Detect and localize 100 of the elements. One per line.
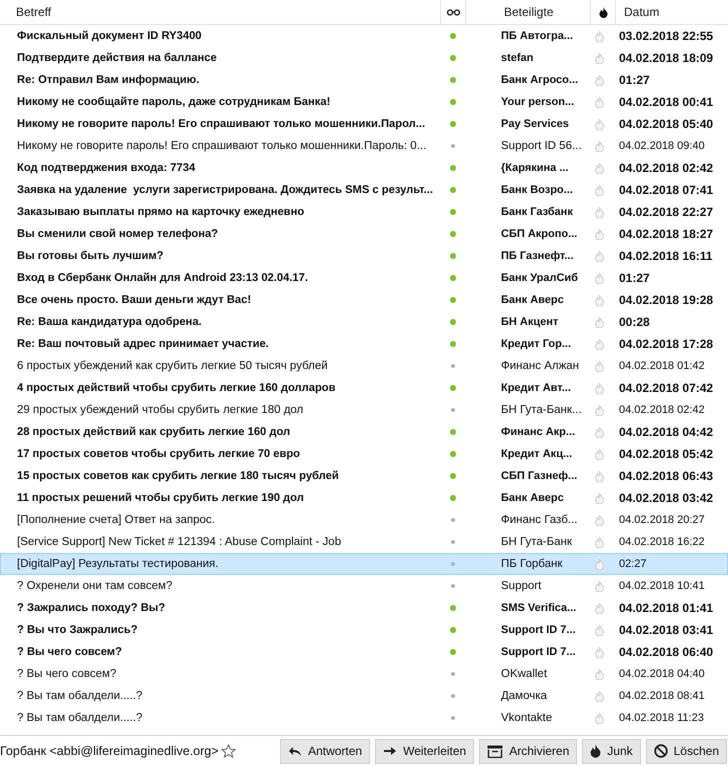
column-header[interactable]: Beteiligte (498, 0, 590, 24)
message-row[interactable]: [Пополнение счета] Ответ на запрос. Финанс Газб... 04.02.2018 20:27 (0, 509, 728, 531)
message-row[interactable]: Вход в Сбербанк Онлайн для Android 23:13 02.04.17. Банк УралСиб 01:27 (0, 267, 728, 289)
message-row[interactable]: 17 простых советов чтобы срубить легкие 70 евро Кредит Акц... 04.02.2018 05:42 (0, 443, 728, 465)
read-status-dot[interactable] (450, 209, 456, 215)
message-row[interactable]: Вы готовы быть лучшим? ПБ Газнефт... 04.02.2018 16:11 (0, 245, 728, 267)
star-icon[interactable] (220, 744, 236, 758)
subject-text: 15 простых советов как срубить легкие 180 тысяч рублей (16, 470, 340, 482)
sender-text: Support ID 7... (500, 646, 577, 658)
read-status-dot[interactable] (450, 253, 456, 259)
message-row[interactable]: ? Вы что Зажрались? Support ID 7... 04.02.2018 03:41 (0, 619, 728, 641)
subject-text: ? Вы чего совсем? (16, 646, 123, 658)
toolbar-button[interactable]: Junk (582, 738, 641, 764)
toolbar-button[interactable]: Löschen (646, 738, 727, 764)
message-row[interactable]: Никому не сообщайте пароль, даже сотрудникам Банка! Your person... 04.02.2018 00:41 (0, 91, 728, 113)
message-row[interactable]: ? Зажрались походу? Вы? SMS Verifica... 04.02.2018 01:41 (0, 597, 728, 619)
message-row[interactable]: Re: Отправил Вам информацию. Банк Агросо... 01:27 (0, 69, 728, 91)
read-status-dot[interactable] (451, 694, 455, 698)
read-status-dot[interactable] (450, 121, 456, 127)
read-status-dot[interactable] (450, 495, 456, 501)
subject-text: Заказываю выплаты прямо на карточку ежедневно (16, 206, 306, 218)
date-text: 04.02.2018 07:42 (618, 381, 714, 395)
read-status-dot[interactable] (451, 408, 455, 412)
column-header[interactable]: Datum (615, 0, 728, 24)
subject-text: Вы сменили свой номер телефона? (16, 228, 220, 240)
read-status-dot[interactable] (450, 451, 456, 457)
read-status-dot[interactable] (451, 144, 455, 148)
message-row[interactable]: ? Вы чего совсем? OKwallet 04.02.2018 04:40 (0, 663, 728, 685)
read-status-dot[interactable] (450, 649, 456, 655)
message-row[interactable]: ? Вы там обалдели.....? Vkontakte 04.02.2018 11:23 (0, 707, 728, 729)
read-status-dot[interactable] (450, 605, 456, 611)
read-status-dot[interactable] (450, 385, 456, 391)
read-status-dot[interactable] (450, 33, 456, 39)
message-row[interactable]: Re: Ваш почтовый адрес принимает участие. Кредит Гор... 04.02.2018 17:28 (0, 333, 728, 355)
message-row[interactable]: Все очень просто. Ваши деньги ждут Вас! Банк Аверс 04.02.2018 19:28 (0, 289, 728, 311)
read-status-dot[interactable] (450, 55, 456, 61)
read-status-dot[interactable] (450, 297, 456, 303)
read-status-dot[interactable] (450, 77, 456, 83)
sender-text: Банк Газбанк (500, 206, 574, 218)
read-status-dot[interactable] (451, 672, 455, 676)
message-row[interactable]: Re: Ваша кандидатура одобрена. БН Акцент 00:28 (0, 311, 728, 333)
read-status-dot[interactable] (450, 473, 456, 479)
read-status-dot[interactable] (450, 231, 456, 237)
message-row[interactable]: Подтвердите действия на баллансе stefan 04.02.2018 18:09 (0, 47, 728, 69)
message-row[interactable]: 6 простых убеждений как срубить легкие 50 тысяч рублей Финанс Алжан 04.02.2018 01:42 (0, 355, 728, 377)
toolbar-button[interactable]: Archivieren (479, 738, 578, 764)
sender-text: Финанс Алжан (500, 360, 580, 372)
message-row[interactable]: Никому не говорите пароль! Его спрашивают только мошенники.Пароль: 0... Support ID 56... 04.02.2018 09:40 (0, 135, 728, 157)
flame-icon[interactable] (598, 6, 608, 18)
date-text: 04.02.2018 02:42 (618, 161, 714, 175)
message-row[interactable]: [Service Support] New Ticket # 121394 : Abuse Complaint - Job БН Гута-Банк 04.02.2018 16:22 (0, 531, 728, 553)
toolbar-button[interactable]: Weiterleiten (375, 738, 474, 764)
sender-text: Your person... (500, 96, 576, 108)
sender-text: Банк Аверс (500, 294, 565, 306)
glasses-icon[interactable] (446, 8, 460, 16)
message-row[interactable]: Заявка на удаление услуги зарегистрирована. Дождитесь SMS с результ... Банк Возро... 04.02.2018 07:41 (0, 179, 728, 201)
column-header[interactable]: Betreff (0, 0, 440, 24)
subject-text: Заявка на удаление услуги зарегистрирована. Дождитесь SMS с результ... (16, 184, 434, 196)
selected-row[interactable]: [DigitalPay] Результаты тестирования. ПБ Горбанк 02:27 (0, 553, 728, 575)
message-row[interactable]: Фискальный документ ID RY3400 ПБ Автогра... 03.02.2018 22:55 (0, 25, 728, 47)
read-status-dot[interactable] (451, 562, 455, 566)
message-row[interactable]: 29 простых убеждений чтобы срубить легкие 180 дол БН Гута-Банк... 04.02.2018 02:42 (0, 399, 728, 421)
date-text: 04.02.2018 18:27 (618, 227, 714, 241)
read-status-dot[interactable] (450, 99, 456, 105)
read-status-dot[interactable] (450, 187, 456, 193)
read-status-dot[interactable] (451, 540, 455, 544)
sender-text: Банк Возро... (500, 184, 574, 196)
message-row[interactable]: Код подтверджения входа: 7734 {Карякина ... 04.02.2018 02:42 (0, 157, 728, 179)
message-row[interactable]: Вы сменили свой номер телефона? СБП Акропо... 04.02.2018 18:27 (0, 223, 728, 245)
date-text: 00:28 (618, 315, 651, 329)
message-row[interactable]: 4 простых действий чтобы срубить легкие 160 долларов Кредит Авт... 04.02.2018 07:42 (0, 377, 728, 399)
read-status-dot[interactable] (451, 584, 455, 588)
message-row[interactable]: 15 простых советов как срубить легкие 180 тысяч рублей СБП Газнеф... 04.02.2018 06:43 (0, 465, 728, 487)
date-text: 01:27 (618, 73, 651, 87)
read-status-dot[interactable] (450, 165, 456, 171)
date-text: 03.02.2018 22:55 (618, 29, 714, 43)
sender-text: БН Акцент (500, 316, 560, 328)
message-row[interactable]: ? Вы чего совсем? Support ID 7... 04.02.2018 06:40 (0, 641, 728, 663)
date-text: 01:27 (618, 271, 651, 285)
sender-text: Финанс Акр... (500, 426, 576, 438)
read-status-dot[interactable] (451, 716, 455, 720)
date-text: 04.02.2018 09:40 (618, 140, 706, 152)
message-row[interactable]: Никому не говорите пароль! Его спрашивают только мошенники.Парол... Pay Services 04.02.2018 05:40 (0, 113, 728, 135)
sender-text: ПБ Автогра... (500, 30, 574, 42)
subject-text: Код подтверджения входа: 7734 (16, 162, 196, 174)
subject-text: Re: Ваш почтовый адрес принимает участие. (16, 338, 270, 350)
read-status-dot[interactable] (451, 364, 455, 368)
toolbar-button[interactable]: Antworten (280, 738, 370, 764)
message-row[interactable]: Заказываю выплаты прямо на карточку ежедневно Банк Газбанк 04.02.2018 22:27 (0, 201, 728, 223)
read-status-dot[interactable] (450, 627, 456, 633)
read-status-dot[interactable] (450, 429, 456, 435)
read-status-dot[interactable] (450, 319, 456, 325)
message-row[interactable]: ? Вы там обалдели.....? Дамочка 04.02.2018 08:41 (0, 685, 728, 707)
message-row[interactable]: 28 простых действий как срубить легкие 160 дол Финанс Акр... 04.02.2018 04:42 (0, 421, 728, 443)
read-status-dot[interactable] (450, 275, 456, 281)
read-status-dot[interactable] (450, 341, 456, 347)
message-row[interactable]: 11 простых решений чтобы срубить легкие 190 дол Банк Аверс 04.02.2018 03:42 (0, 487, 728, 509)
read-status-dot[interactable] (451, 518, 455, 522)
subject-text: [DigitalPay] Результаты тестирования. (16, 558, 220, 570)
message-row[interactable]: ? Охренели они там совсем? Support 04.02.2018 10:41 (0, 575, 728, 597)
